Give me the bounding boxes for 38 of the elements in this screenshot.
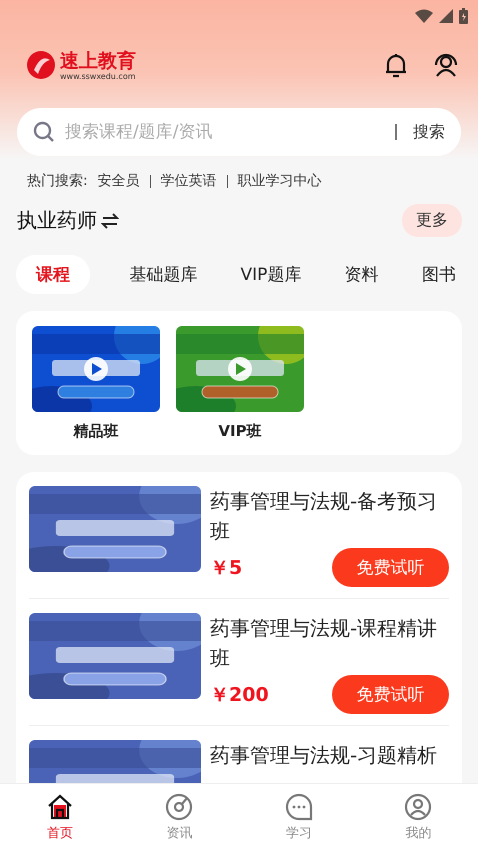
search-field[interactable]: 搜索课程/题库/资讯 搜索: [17, 108, 461, 156]
free-trial-button[interactable]: 免费试听: [332, 675, 449, 714]
free-trial-button[interactable]: 免费试听: [332, 548, 449, 587]
course-title[interactable]: 药事管理与法规-备考预习班: [210, 486, 449, 546]
nav-item[interactable]: 首页: [0, 784, 120, 849]
course-price: ￥5: [210, 556, 242, 580]
search-icon: [33, 121, 55, 143]
more-button[interactable]: 更多: [402, 204, 462, 237]
switch-icon[interactable]: [101, 212, 119, 230]
subject-title: 执业药师: [17, 207, 97, 234]
hot-search-label: 热门搜索:: [27, 172, 88, 190]
tab[interactable]: 资料: [340, 255, 383, 294]
tab[interactable]: VIP题库: [236, 255, 306, 294]
battery-icon: [459, 8, 468, 24]
brand-url: www.sswxedu.com: [60, 72, 136, 80]
chat-icon: [284, 792, 314, 822]
hot-search-link[interactable]: 学位英语: [160, 172, 217, 190]
hot-search-link[interactable]: 职业学习中心: [238, 172, 322, 190]
category-item[interactable]: VIP班: [176, 326, 304, 441]
course-title[interactable]: 药事管理与法规-习题精析: [210, 740, 449, 770]
course-title[interactable]: 药事管理与法规-课程精讲班: [210, 613, 449, 673]
user-icon[interactable]: [432, 51, 460, 79]
category-item[interactable]: 精品班: [32, 326, 160, 441]
tab[interactable]: 基础题库: [125, 255, 202, 294]
hot-search-link[interactable]: 安全员: [98, 172, 140, 190]
tab[interactable]: 图书: [418, 255, 460, 294]
tab[interactable]: 课程: [16, 255, 90, 294]
signal-icon: [439, 9, 453, 23]
search-button[interactable]: 搜索: [395, 124, 445, 140]
wifi-icon: [415, 9, 433, 23]
brand-name: 速上教育: [60, 50, 136, 72]
nav-item[interactable]: 学习: [239, 784, 358, 849]
course-price: ￥200: [210, 682, 269, 708]
nav-item[interactable]: 资讯: [120, 784, 239, 849]
user-icon: [403, 792, 434, 822]
logo-icon: [26, 50, 56, 80]
nav-item[interactable]: 我的: [358, 784, 478, 849]
compass-icon: [164, 792, 194, 822]
